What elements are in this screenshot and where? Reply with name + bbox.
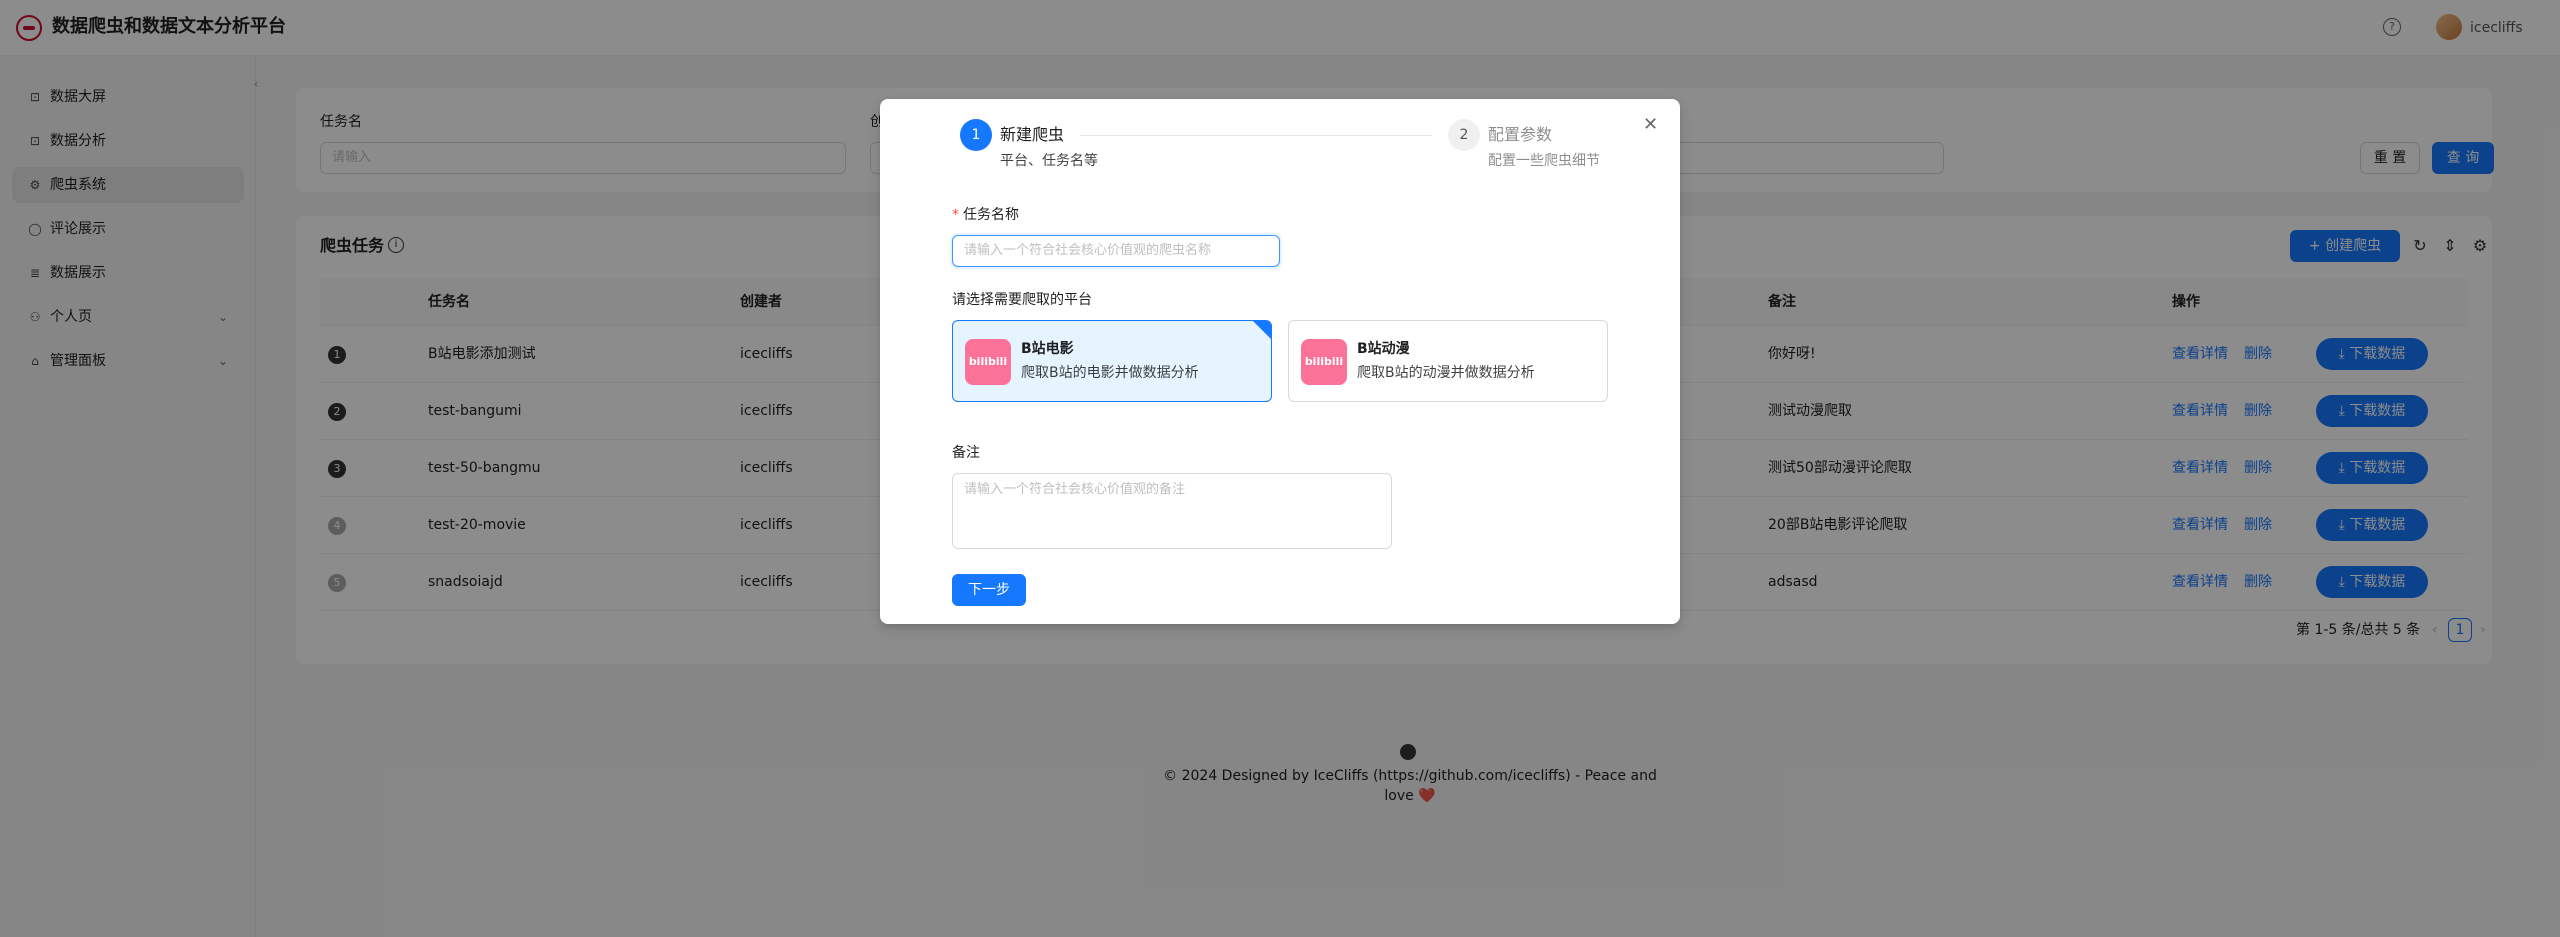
remark-textarea[interactable]: 请输入一个符合社会核心价值观的备注 xyxy=(952,473,1392,549)
platform-option-bilibili-anime[interactable]: bilibili B站动漫 爬取B站的动漫并做数据分析 xyxy=(1288,320,1608,402)
required-mark: * xyxy=(952,207,959,223)
remark-label: 备注 xyxy=(952,445,980,461)
platform-option-bilibili-movie[interactable]: bilibili B站电影 爬取B站的电影并做数据分析 xyxy=(952,320,1272,402)
step-2-description: 配置一些爬虫细节 xyxy=(1488,153,1600,169)
next-step-button[interactable]: 下一步 xyxy=(952,574,1026,606)
platform-title: B站电影 xyxy=(1021,341,1074,357)
task-name-label-text: 任务名称 xyxy=(963,207,1019,223)
platform-description: 爬取B站的电影并做数据分析 xyxy=(1021,365,1199,381)
step-2-title: 配置参数 xyxy=(1488,125,1553,144)
platform-description: 爬取B站的动漫并做数据分析 xyxy=(1357,365,1535,381)
task-name-input[interactable]: 请输入一个符合社会核心价值观的爬虫名称 xyxy=(952,235,1280,267)
task-name-label: * 任务名称 xyxy=(952,205,1019,225)
step-1-indicator: 1 xyxy=(960,119,992,151)
bilibili-icon: bilibili xyxy=(1301,339,1347,385)
step-connector xyxy=(1080,135,1432,136)
create-crawler-modal: ✕ 1 新建爬虫 平台、任务名等 2 配置参数 配置一些爬虫细节 * 任务名称 请… xyxy=(880,99,1680,624)
platform-label: 请选择需要爬取的平台 xyxy=(952,292,1092,308)
close-icon[interactable]: ✕ xyxy=(1643,116,1658,134)
step-1-description: 平台、任务名等 xyxy=(1000,153,1098,169)
step-1-title: 新建爬虫 xyxy=(1000,125,1065,144)
bilibili-icon: bilibili xyxy=(965,339,1011,385)
step-2-indicator: 2 xyxy=(1448,119,1480,151)
selected-corner-mark xyxy=(1253,321,1271,339)
platform-title: B站动漫 xyxy=(1357,341,1410,357)
